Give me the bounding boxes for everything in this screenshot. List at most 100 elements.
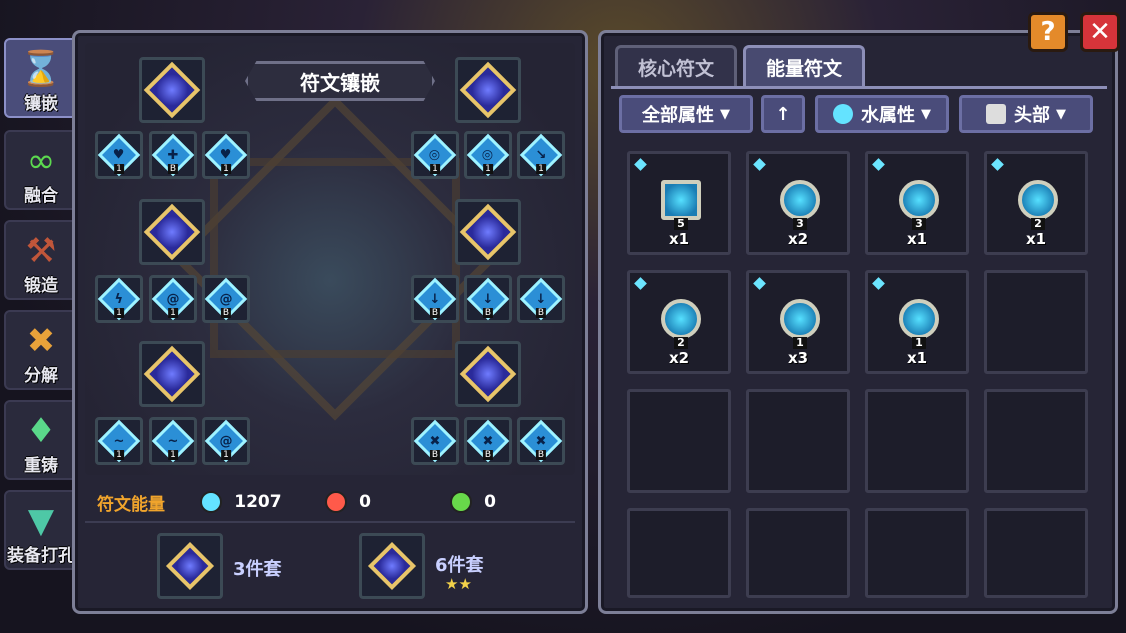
inventory-cell-empty[interactable] — [627, 389, 731, 493]
rune-slot[interactable]: @1 — [202, 417, 250, 465]
inventory-cell-empty[interactable] — [746, 389, 850, 493]
rune-level: 1 — [114, 450, 124, 460]
menu-forge-button[interactable]: ⚒ 锻造 — [4, 220, 78, 300]
menu-inlay-button[interactable]: ⌛ 镶嵌 — [4, 38, 78, 118]
menu-decompose-button[interactable]: ✖ 分解 — [4, 310, 78, 390]
rune-level: B — [429, 450, 441, 460]
decompose-icon: ✖ — [26, 321, 56, 361]
energy-rune-icon — [661, 299, 701, 339]
set-bonus-3[interactable] — [157, 533, 223, 599]
rune-slot[interactable]: ◎ 1 — [411, 131, 459, 179]
inventory-cell[interactable]: 1 x1 — [865, 270, 969, 374]
nature-energy-value: 0 — [484, 492, 496, 512]
question-icon: ? — [1040, 17, 1056, 47]
rune-count: x2 — [787, 230, 809, 248]
arrow-up-icon: ↑ — [775, 103, 791, 125]
core-slot[interactable] — [139, 341, 205, 407]
core-slot[interactable] — [139, 57, 205, 123]
rune-slot[interactable]: ✖ B — [517, 417, 565, 465]
tab-energy-rune[interactable]: 能量符文 — [743, 45, 865, 87]
side-menu: ⌛ 镶嵌 ∞ 融合 ⚒ 锻造 ✖ 分解 ♦ 重铸 ▼ 装备打孔 — [4, 38, 78, 618]
inventory-cell-empty[interactable] — [984, 508, 1088, 598]
inventory-cell[interactable]: 3 x2 — [746, 151, 850, 255]
inventory-cell-empty[interactable] — [984, 389, 1088, 493]
water-energy-icon — [833, 104, 853, 124]
menu-decompose-label: 分解 — [24, 366, 58, 386]
rune-slot[interactable]: ◎ 1 — [464, 131, 512, 179]
rune-slot[interactable]: ↓ B — [411, 275, 459, 323]
rune-level: B — [482, 450, 494, 460]
sort-button[interactable]: ↑ — [761, 95, 805, 133]
rune-level: 1 — [536, 164, 546, 174]
water-attribute-icon — [753, 277, 766, 290]
menu-drill-label: 装备打孔 — [7, 546, 75, 566]
rune-level: 1 — [430, 164, 440, 174]
forge-icon: ⚒ — [25, 231, 57, 271]
set-3-label: 3件套 — [233, 559, 282, 580]
inventory-cell-empty[interactable] — [984, 270, 1088, 374]
water-attribute-icon — [872, 277, 885, 290]
fusion-icon: ∞ — [26, 141, 56, 181]
rune-slot[interactable]: ~1 — [95, 417, 143, 465]
core-slot[interactable] — [455, 57, 521, 123]
head-slot-dropdown[interactable]: 头部 ▼ — [959, 95, 1093, 133]
inventory-cell-empty[interactable] — [627, 508, 731, 598]
fire-energy-value: 0 — [359, 492, 371, 512]
inventory-cell[interactable]: 2 x2 — [627, 270, 731, 374]
fire-energy-icon — [325, 491, 348, 513]
rune-level: B — [220, 308, 232, 318]
menu-drill-button[interactable]: ▼ 装备打孔 — [4, 490, 78, 570]
menu-recast-button[interactable]: ♦ 重铸 — [4, 400, 78, 480]
rune-slot[interactable]: ϟ1 — [95, 275, 143, 323]
rune-slot[interactable]: ✖ B — [411, 417, 459, 465]
core-slot[interactable] — [455, 199, 521, 265]
rune-count: x1 — [668, 230, 690, 248]
rune-level: 3 — [793, 218, 807, 230]
rune-slot[interactable]: ↓ B — [464, 275, 512, 323]
set-rune-icon — [367, 541, 417, 591]
rune-slot[interactable]: ~1 — [149, 417, 197, 465]
rune-slot[interactable]: ✚ B — [149, 131, 197, 179]
menu-fusion-button[interactable]: ∞ 融合 — [4, 130, 78, 210]
rune-level: 1 — [114, 308, 124, 318]
inventory-cell[interactable]: 5 x1 — [627, 151, 731, 255]
recast-icon: ♦ — [25, 411, 57, 451]
energy-rune-icon — [899, 299, 939, 339]
menu-inlay-label: 镶嵌 — [24, 94, 58, 114]
filter-bar: 全部属性 ▼ ↑ 水属性 ▼ 头部 ▼ — [619, 95, 1097, 135]
inventory-cell-empty[interactable] — [865, 508, 969, 598]
inventory-cell-empty[interactable] — [746, 508, 850, 598]
tab-core-rune[interactable]: 核心符文 — [615, 45, 737, 87]
core-slot[interactable] — [455, 341, 521, 407]
core-rune-icon — [143, 345, 201, 403]
rune-slot[interactable]: ↓ B — [517, 275, 565, 323]
water-attribute-icon — [872, 158, 885, 171]
help-button[interactable]: ? — [1028, 12, 1068, 52]
rune-level: 5 — [674, 218, 688, 230]
rune-level: 1 — [168, 450, 178, 460]
inventory-cell[interactable]: 1 x3 — [746, 270, 850, 374]
set-bonus-6[interactable] — [359, 533, 425, 599]
inventory-cell[interactable]: 3 x1 — [865, 151, 969, 255]
close-button[interactable]: ✕ — [1080, 12, 1120, 52]
all-attributes-label: 全部属性 — [642, 105, 714, 126]
rune-inventory-panel: 核心符文 能量符文 全部属性 ▼ ↑ 水属性 ▼ 头部 ▼ 5 x1 3 x2 … — [598, 30, 1118, 614]
rune-slot[interactable]: ↘ 1 — [517, 131, 565, 179]
inventory-cell-empty[interactable] — [865, 389, 969, 493]
core-slot[interactable] — [139, 199, 205, 265]
inventory-cell[interactable]: 2 x1 — [984, 151, 1088, 255]
all-attributes-dropdown[interactable]: 全部属性 ▼ — [619, 95, 753, 133]
menu-forge-label: 锻造 — [24, 276, 58, 296]
water-attribute-label: 水属性 — [861, 105, 915, 126]
water-attribute-dropdown[interactable]: 水属性 ▼ — [815, 95, 949, 133]
drill-icon: ▼ — [27, 501, 55, 541]
menu-fusion-label: 融合 — [24, 186, 58, 206]
water-attribute-icon — [634, 277, 647, 290]
chevron-down-icon: ▼ — [1056, 106, 1066, 122]
rune-slot[interactable]: @1 — [149, 275, 197, 323]
rune-slot[interactable]: @ B — [202, 275, 250, 323]
rune-slot[interactable]: ♥ 1 — [202, 131, 250, 179]
rune-slot[interactable]: ✖ B — [464, 417, 512, 465]
rune-slot[interactable]: ♥ 1 — [95, 131, 143, 179]
nature-energy: 0 — [450, 491, 575, 513]
